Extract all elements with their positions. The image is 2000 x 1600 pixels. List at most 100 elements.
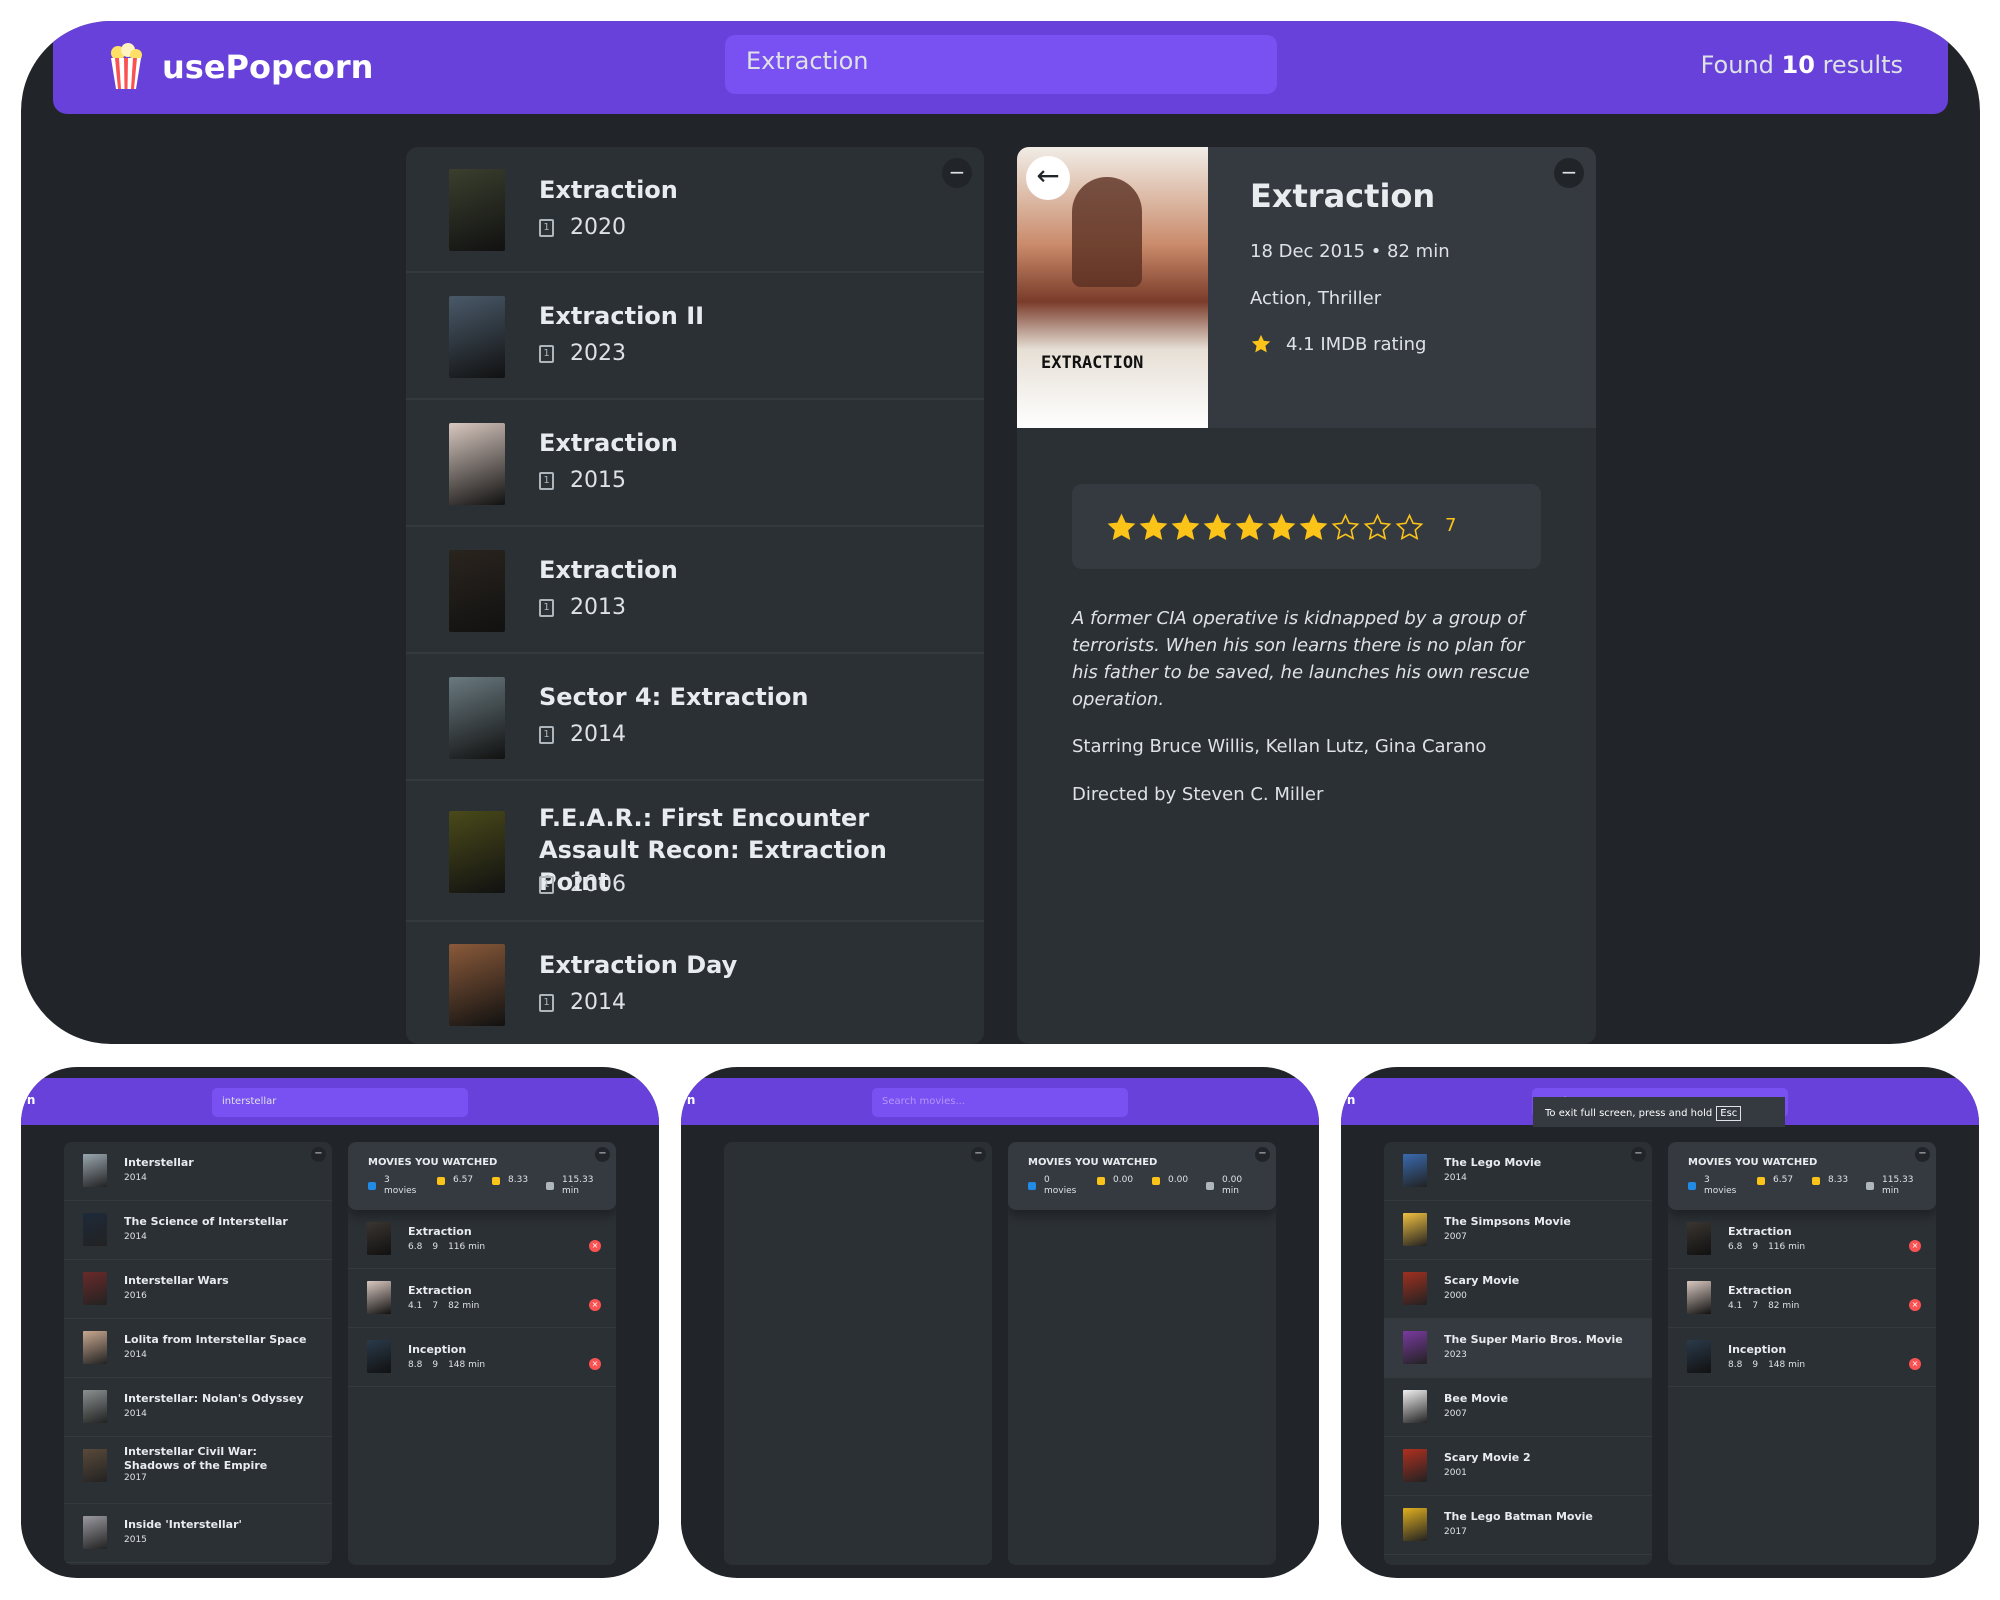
navbar: usePopcorn Extraction Found 10 results (53, 21, 1948, 114)
movie-list-item[interactable]: The Simpsons Movie 2007 (1384, 1201, 1652, 1260)
movie-list-item[interactable]: Scary Movie 2000 (1384, 1260, 1652, 1319)
movie-list-item[interactable]: Extraction 1 2013 (406, 527, 984, 654)
collapse-watched-button[interactable]: − (1255, 1147, 1270, 1162)
summary-stat: 115.33 min (546, 1175, 594, 1197)
details-header: EXTRACTION ← Extraction 18 Dec 2015 • 82… (1017, 147, 1596, 428)
movie-year: 2014 (124, 1409, 147, 1419)
movie-list-item[interactable]: Sector 4: Extraction 1 2014 (406, 654, 984, 781)
movie-list-item[interactable]: F.E.A.R.: First Encounter Assault Recon:… (406, 781, 984, 922)
movie-poster (83, 1390, 107, 1423)
logo-fragment: rn (21, 1093, 36, 1107)
calendar-icon: 1 (539, 875, 554, 894)
movie-list-item[interactable]: Lolita from Interstellar Space 2014 (64, 1319, 332, 1378)
movie-poster (449, 676, 505, 759)
movie-list-item[interactable]: Bee Movie 2007 (1384, 1378, 1652, 1437)
watched-box: MOVIES YOU WATCHED 3 movies 6.57 8.33 115.33 m… (1668, 1142, 1936, 1565)
summary-stat: 6.57 (437, 1175, 473, 1186)
starring-text: Starring Bruce Willis, Kellan Lutz, Gina… (1072, 736, 1487, 757)
movie-year: 1 2015 (539, 468, 626, 493)
collapse-watched-button[interactable]: − (1915, 1147, 1930, 1162)
movie-list-item[interactable]: Interstellar 2014 (64, 1142, 332, 1201)
star-filled-icon[interactable] (1107, 513, 1136, 542)
watched-heading: MOVIES YOU WATCHED (1028, 1157, 1158, 1168)
movie-list-item[interactable]: Scary Movie 2 2001 (1384, 1437, 1652, 1496)
star-icon (1251, 334, 1271, 353)
count-icon (368, 1182, 376, 1190)
movie-list-item[interactable]: Interstellar Civil War: Shadows of the E… (64, 1437, 332, 1504)
movie-year: 2014 (124, 1350, 147, 1360)
movie-title: The Super Mario Bros. Movie (1444, 1333, 1623, 1346)
star-empty-icon[interactable] (1331, 513, 1360, 542)
movie-title: Interstellar (124, 1156, 194, 1169)
collapse-list-button[interactable]: − (971, 1147, 986, 1162)
summary-stat: 6.57 (1757, 1175, 1793, 1186)
movie-year: 2023 (1444, 1350, 1467, 1360)
movie-title: Extraction Day (539, 951, 738, 979)
logo-fragment: rn (681, 1093, 696, 1107)
movie-list-item[interactable]: Inside 'Interstellar' 2015 (64, 1504, 332, 1563)
fullscreen-tooltip: To exit full screen, press and hold Esc (1533, 1097, 1785, 1127)
movie-title: Extraction (408, 1284, 472, 1297)
movie-list-item[interactable]: Extraction Day 1 2014 (406, 922, 984, 1044)
movie-title: The Lego Batman Movie (1444, 1510, 1593, 1523)
search-input[interactable]: interstellar (212, 1088, 468, 1117)
movie-list-item[interactable]: Interstellar Wars 2016 (64, 1260, 332, 1319)
collapse-details-button[interactable]: − (1554, 158, 1584, 188)
delete-icon[interactable]: × (1909, 1299, 1921, 1311)
runtime: 116 min (448, 1242, 486, 1252)
star-filled-icon[interactable] (1299, 513, 1328, 542)
movie-list-item[interactable]: The Super Mario Bros. Movie 2023 (1384, 1319, 1652, 1378)
user-star-icon (1152, 1176, 1160, 1185)
movie-year: 2014 (124, 1173, 147, 1183)
movie-poster (367, 1222, 391, 1255)
star-empty-icon[interactable] (1363, 513, 1392, 542)
movie-list-item[interactable]: Extraction 1 2020 (406, 147, 984, 273)
user-rating: 9 (1752, 1242, 1759, 1252)
delete-icon[interactable]: × (1909, 1358, 1921, 1370)
user-rating: 9 (1752, 1360, 1759, 1370)
watched-stats: 4.1 7 82 min (408, 1301, 479, 1311)
star-filled-icon[interactable] (1203, 513, 1232, 542)
poster-title: EXTRACTION (1041, 353, 1144, 373)
star-filled-icon[interactable] (1139, 513, 1168, 542)
movie-title: Extraction (539, 176, 678, 204)
watched-stats: 4.1 7 82 min (1728, 1301, 1799, 1311)
delete-icon[interactable]: × (1909, 1240, 1921, 1252)
star-filled-icon[interactable] (1171, 513, 1200, 542)
genre: Action, Thriller (1250, 288, 1382, 309)
runtime: 82 min (448, 1301, 480, 1311)
star-empty-icon[interactable] (1395, 513, 1424, 542)
movie-poster (367, 1281, 391, 1314)
movie-title: Extraction (539, 429, 678, 457)
movie-list-item[interactable]: The Lego Batman Movie 2017 (1384, 1496, 1652, 1555)
movie-list-item[interactable]: Interstellar: Nolan's Odyssey 2014 (64, 1378, 332, 1437)
movie-list-item[interactable]: The Science of Interstellar 2014 (64, 1201, 332, 1260)
collapse-watched-button[interactable]: − (595, 1147, 610, 1162)
star-rating[interactable] (1107, 513, 1424, 542)
movie-poster (1403, 1213, 1427, 1246)
movie-year: 2000 (1444, 1291, 1467, 1301)
movie-title: Extraction (1250, 177, 1436, 215)
movie-year: 2017 (124, 1473, 147, 1483)
imdb-rating: 4.1 (408, 1301, 423, 1311)
watched-box: MOVIES YOU WATCHED 3 movies 6.57 8.33 115.33 m… (348, 1142, 616, 1565)
movie-year: 2001 (1444, 1468, 1467, 1478)
runtime: 148 min (448, 1360, 486, 1370)
delete-icon[interactable]: × (589, 1240, 601, 1252)
movie-poster (83, 1213, 107, 1246)
movie-year: 2007 (1444, 1232, 1467, 1242)
delete-icon[interactable]: × (589, 1358, 601, 1370)
movie-list-item[interactable]: Extraction 1 2015 (406, 400, 984, 527)
search-input[interactable]: Extraction (725, 35, 1277, 94)
back-button[interactable]: ← (1026, 156, 1070, 200)
star-filled-icon[interactable] (1235, 513, 1264, 542)
watched-stats: 6.8 9 116 min (408, 1242, 485, 1252)
rating-value: 7 (1445, 515, 1457, 536)
star-filled-icon[interactable] (1267, 513, 1296, 542)
movie-list-item[interactable]: Extraction II 1 2023 (406, 273, 984, 400)
search-input[interactable]: Search movies... (872, 1088, 1128, 1117)
movie-list-item[interactable]: The Lego Movie 2014 (1384, 1142, 1652, 1201)
delete-icon[interactable]: × (589, 1299, 601, 1311)
imdb-rating: 8.8 (408, 1360, 423, 1370)
movie-year: 2014 (124, 1232, 147, 1242)
